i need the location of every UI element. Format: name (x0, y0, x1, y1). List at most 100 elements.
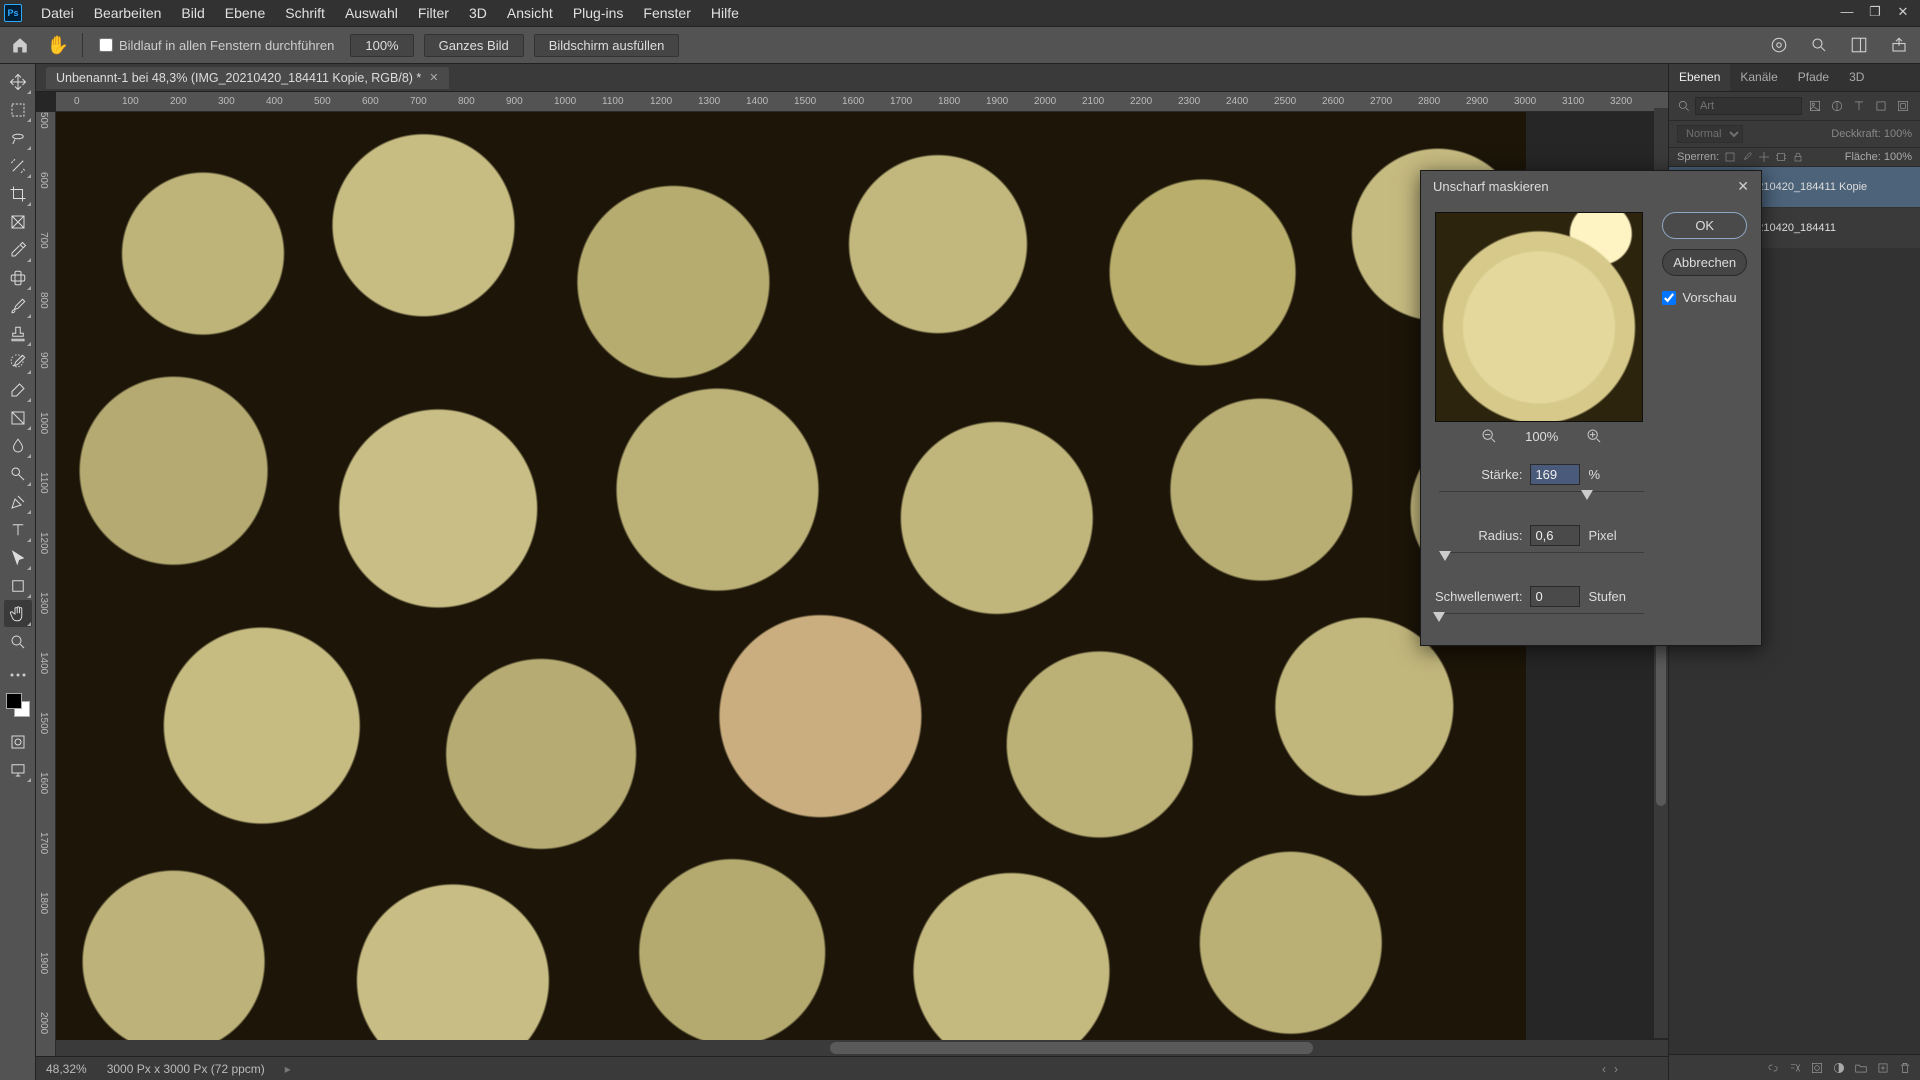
fill-value[interactable]: 100% (1884, 151, 1912, 163)
search-icon[interactable] (1677, 99, 1691, 113)
menu-bearbeiten[interactable]: Bearbeiten (85, 3, 171, 23)
edit-toolbar-icon[interactable] (4, 664, 32, 686)
lock-pixels-icon[interactable] (1724, 151, 1736, 163)
menu-ebene[interactable]: Ebene (216, 3, 274, 23)
lock-artboard-icon[interactable] (1775, 151, 1787, 163)
filter-smart-icon[interactable] (1894, 97, 1912, 115)
group-icon[interactable] (1854, 1061, 1868, 1075)
status-doc-info[interactable]: 3000 Px x 3000 Px (72 ppcm) (107, 1062, 265, 1076)
radius-slider[interactable] (1439, 552, 1644, 566)
trash-icon[interactable] (1898, 1061, 1912, 1075)
dialog-preview[interactable] (1435, 212, 1643, 422)
type-tool[interactable] (4, 516, 32, 543)
mask-icon[interactable] (1810, 1061, 1824, 1075)
cancel-button[interactable]: Abbrechen (1662, 249, 1747, 276)
fit-screen-button[interactable]: Ganzes Bild (424, 34, 524, 57)
eraser-tool[interactable] (4, 376, 32, 403)
ruler-horizontal: 0100200300400500600700800900100011001200… (56, 92, 1668, 112)
radius-input[interactable] (1530, 525, 1580, 546)
history-brush-tool[interactable] (4, 348, 32, 375)
filter-shape-icon[interactable] (1872, 97, 1890, 115)
blur-tool[interactable] (4, 432, 32, 459)
panel-tab-kanäle[interactable]: Kanäle (1730, 64, 1787, 91)
search-icon[interactable] (1807, 33, 1831, 57)
menu-bild[interactable]: Bild (172, 3, 213, 23)
new-layer-icon[interactable] (1876, 1061, 1890, 1075)
path-select-tool[interactable] (4, 544, 32, 571)
threshold-input[interactable] (1530, 586, 1580, 607)
shape-tool[interactable] (4, 572, 32, 599)
panel-tab-3d[interactable]: 3D (1839, 64, 1874, 91)
crop-tool[interactable] (4, 180, 32, 207)
cloud-docs-icon[interactable] (1767, 33, 1791, 57)
restore-icon[interactable]: ❐ (1862, 4, 1888, 22)
menu-filter[interactable]: Filter (409, 3, 458, 23)
close-tab-icon[interactable]: ✕ (429, 71, 438, 84)
status-zoom[interactable]: 48,32% (46, 1062, 87, 1076)
menu-3d[interactable]: 3D (460, 3, 496, 23)
filter-image-icon[interactable] (1806, 97, 1824, 115)
layers-filter-input[interactable] (1695, 97, 1802, 115)
hand-tool[interactable] (4, 600, 32, 627)
menu-auswahl[interactable]: Auswahl (336, 3, 407, 23)
gradient-tool[interactable] (4, 404, 32, 431)
quickmask-icon[interactable] (4, 728, 32, 755)
workspace-icon[interactable] (1847, 33, 1871, 57)
lock-all-icon[interactable] (1792, 151, 1804, 163)
lock-brush-icon[interactable] (1741, 151, 1753, 163)
eyedropper-tool[interactable] (4, 236, 32, 263)
radius-label: Radius: (1478, 528, 1522, 543)
brush-tool[interactable] (4, 292, 32, 319)
filter-type-icon[interactable] (1850, 97, 1868, 115)
pen-tool[interactable] (4, 488, 32, 515)
lasso-tool[interactable] (4, 124, 32, 151)
link-layers-icon[interactable] (1766, 1061, 1780, 1075)
document-tab[interactable]: Unbenannt-1 bei 48,3% (IMG_20210420_1844… (46, 67, 449, 89)
zoom-out-icon[interactable] (1481, 428, 1497, 444)
lock-move-icon[interactable] (1758, 151, 1770, 163)
share-icon[interactable] (1887, 33, 1911, 57)
color-swatches[interactable] (6, 693, 30, 717)
prev-icon[interactable]: ‹ (1602, 1062, 1606, 1076)
minimize-icon[interactable]: — (1834, 4, 1860, 22)
threshold-slider[interactable] (1439, 613, 1644, 627)
menu-schrift[interactable]: Schrift (276, 3, 334, 23)
heal-tool[interactable] (4, 264, 32, 291)
menu-plug-ins[interactable]: Plug-ins (564, 3, 633, 23)
panel-tab-ebenen[interactable]: Ebenen (1669, 64, 1730, 91)
wand-tool[interactable] (4, 152, 32, 179)
screenmode-icon[interactable] (4, 756, 32, 783)
stamp-tool[interactable] (4, 320, 32, 347)
fx-icon[interactable] (1788, 1061, 1802, 1075)
dialog-close-icon[interactable]: ✕ (1737, 178, 1749, 195)
frame-tool[interactable] (4, 208, 32, 235)
panel-tab-pfade[interactable]: Pfade (1788, 64, 1839, 91)
hand-tool-icon[interactable]: ✋ (44, 31, 72, 59)
zoom-in-icon[interactable] (1586, 428, 1602, 444)
blend-mode-select[interactable]: Normal (1677, 125, 1743, 143)
fill-screen-button[interactable]: Bildschirm ausfüllen (534, 34, 680, 57)
close-icon[interactable]: ✕ (1890, 4, 1916, 22)
opacity-value[interactable]: 100% (1884, 128, 1912, 140)
dodge-tool[interactable] (4, 460, 32, 487)
menu-ansicht[interactable]: Ansicht (498, 3, 562, 23)
adjustment-icon[interactable] (1832, 1061, 1846, 1075)
dialog-titlebar[interactable]: Unscharf maskieren ✕ (1421, 171, 1761, 202)
menu-fenster[interactable]: Fenster (634, 3, 699, 23)
scroll-all-windows-checkbox[interactable]: Bildlauf in allen Fenstern durchführen (93, 38, 340, 53)
amount-slider[interactable] (1439, 491, 1644, 505)
menu-datei[interactable]: Datei (32, 3, 83, 23)
amount-input[interactable] (1530, 464, 1580, 485)
home-button[interactable] (6, 31, 34, 59)
layers-lock-row: Sperren: Fläche: 100% (1669, 148, 1920, 167)
menu-hilfe[interactable]: Hilfe (702, 3, 748, 23)
horizontal-scrollbar[interactable] (56, 1040, 1668, 1056)
zoom-100-button[interactable]: 100% (350, 34, 413, 57)
move-tool[interactable] (4, 68, 32, 95)
marquee-tool[interactable] (4, 96, 32, 123)
preview-checkbox[interactable]: Vorschau (1662, 290, 1747, 305)
ok-button[interactable]: OK (1662, 212, 1747, 239)
zoom-tool[interactable] (4, 628, 32, 655)
filter-adjust-icon[interactable] (1828, 97, 1846, 115)
next-icon[interactable]: › (1614, 1062, 1618, 1076)
